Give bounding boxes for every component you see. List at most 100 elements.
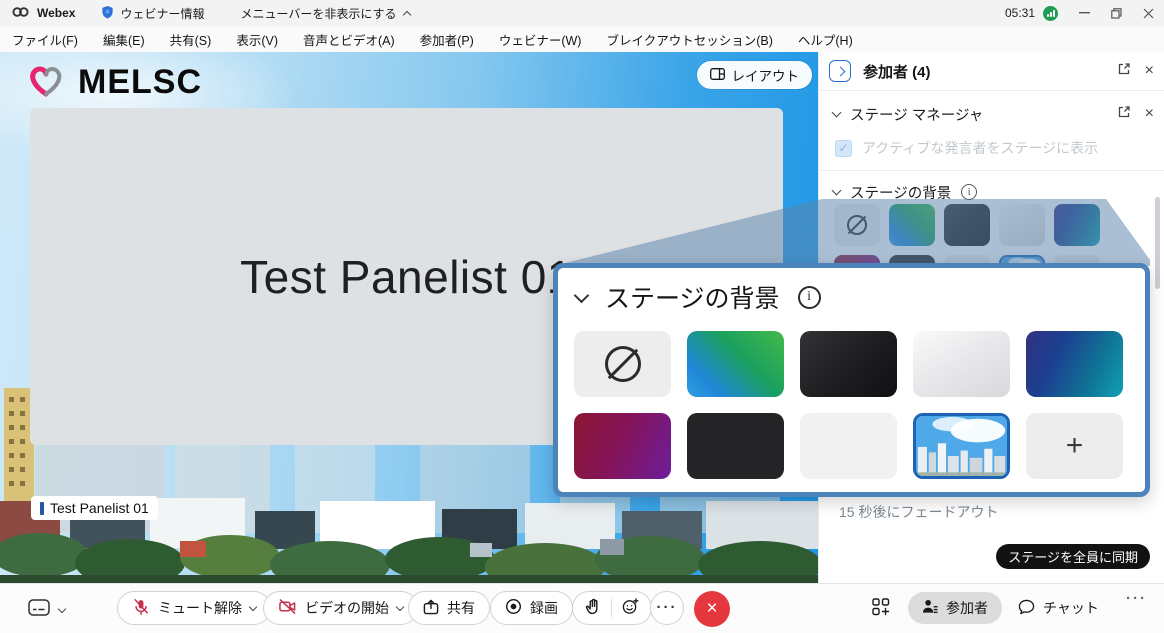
more-options-button[interactable]: ···	[650, 591, 684, 625]
webex-window: Webex ウェビナー情報 メニューバーを非表示にする 05:31	[0, 0, 1164, 633]
stage-background-header: ステージの背景	[850, 182, 951, 203]
collapse-panel-button[interactable]	[829, 60, 851, 82]
chevron-up-icon	[402, 10, 410, 18]
panel-scrollbar[interactable]	[1155, 197, 1160, 289]
sync-stage-button[interactable]: ステージを全員に同期	[996, 544, 1150, 569]
panelist-name-badge: Test Panelist 01	[31, 496, 158, 520]
swatch-silver-wave[interactable]	[913, 331, 1010, 397]
swatch-navy-teal-gradient[interactable]	[1054, 204, 1100, 246]
chevron-down-icon[interactable]	[832, 186, 842, 196]
hide-menubar-button[interactable]: メニューバーを非表示にする	[240, 5, 409, 22]
session-time: 05:31	[1005, 6, 1035, 20]
swatch-charcoal-solid[interactable]	[687, 413, 784, 479]
webex-logo-icon	[12, 5, 29, 22]
captions-icon	[28, 599, 50, 621]
swatch-green-blue-gradient[interactable]	[889, 204, 935, 246]
start-video-button[interactable]: ビデオの開始	[263, 591, 418, 625]
menu-item[interactable]: 編集(E)	[103, 30, 145, 49]
share-button[interactable]: 共有	[408, 591, 490, 625]
webinar-info-button[interactable]: ウェビナー情報	[101, 5, 204, 22]
swatch-city-skyline-photo[interactable]	[913, 413, 1010, 479]
chevron-down-icon	[58, 604, 66, 612]
swatch-crimson-purple-gradient[interactable]	[574, 413, 671, 479]
chevron-down-icon	[249, 602, 257, 610]
hide-menubar-label: メニューバーを非表示にする	[240, 5, 396, 22]
reactions-button[interactable]	[572, 591, 652, 625]
close-stage-manager-icon[interactable]: ×	[1145, 105, 1154, 123]
leave-meeting-button[interactable]: ×	[694, 591, 730, 627]
panelist-name-label: Test Panelist 01	[50, 500, 149, 516]
swatch-no-background[interactable]	[574, 331, 671, 397]
no-background-icon	[847, 215, 867, 235]
chevron-down-icon[interactable]	[574, 288, 590, 304]
raise-hand-icon	[585, 598, 601, 618]
popout-stage-manager-icon[interactable]	[1117, 105, 1131, 123]
record-button[interactable]: 録画	[490, 591, 573, 625]
menu-item[interactable]: 音声とビデオ(A)	[303, 30, 395, 49]
close-icon: ×	[706, 598, 717, 620]
menu-item[interactable]: 参加者(P)	[420, 30, 474, 49]
start-video-label: ビデオの開始	[305, 598, 389, 618]
unmute-label: ミュート解除	[158, 598, 242, 618]
stage-background-section: ステージの背景 i	[833, 180, 1154, 204]
mic-muted-icon	[132, 598, 150, 619]
close-panel-icon[interactable]: ×	[1145, 62, 1154, 80]
app-name: Webex	[37, 6, 75, 20]
swatch-green-blue-gradient[interactable]	[687, 331, 784, 397]
restore-button[interactable]	[1100, 0, 1132, 26]
swatch-silver-wave[interactable]	[999, 204, 1045, 246]
brand-text: MELSC	[78, 63, 202, 102]
active-speaker-label: アクティブな発言者をステージに表示	[862, 138, 1098, 158]
participants-toolbar-button[interactable]: 参加者	[908, 592, 1002, 624]
menu-item[interactable]: ヘルプ(H)	[798, 30, 853, 49]
chevron-down-icon	[396, 602, 404, 610]
stage-manager-section: ステージ マネージャ ×	[833, 102, 1154, 126]
menu-item[interactable]: 共有(S)	[170, 30, 212, 49]
control-toolbar: ミュート解除 ビデオの開始 共有 録画	[0, 583, 1164, 633]
stage-background-zoom-popup: ステージの背景 i +	[553, 263, 1150, 497]
divider	[611, 599, 612, 617]
webinar-info-label: ウェビナー情報	[120, 5, 204, 22]
audio-indicator-bar	[40, 502, 44, 515]
swatch-navy-teal-gradient[interactable]	[1026, 331, 1123, 397]
layout-button[interactable]: レイアウト	[697, 61, 813, 89]
captions-button[interactable]	[28, 599, 65, 621]
plus-icon: +	[1066, 431, 1084, 461]
no-background-icon	[605, 346, 641, 382]
swatch-dark-wave[interactable]	[944, 204, 990, 246]
info-icon[interactable]: i	[961, 184, 977, 200]
emoji-reaction-icon	[622, 598, 639, 618]
info-icon[interactable]: i	[798, 286, 821, 309]
connection-quality-icon[interactable]	[1043, 6, 1058, 21]
chevron-down-icon[interactable]	[832, 108, 842, 118]
titlebar: Webex ウェビナー情報 メニューバーを非表示にする 05:31	[0, 0, 1164, 26]
fade-note: 15 秒後にフェードアウト	[839, 502, 998, 522]
menu-item[interactable]: 表示(V)	[236, 30, 278, 49]
chat-button-label: チャット	[1043, 598, 1099, 618]
shield-icon	[101, 5, 114, 22]
swatch-light-gray-solid[interactable]	[800, 413, 897, 479]
swatch-add-custom-background[interactable]: +	[1026, 413, 1123, 479]
menu-item[interactable]: ウェビナー(W)	[499, 30, 582, 49]
stage-manager-header: ステージ マネージャ	[850, 104, 983, 125]
active-speaker-checkbox[interactable]: ✓	[835, 140, 852, 157]
menu-item[interactable]: ブレイクアウトセッション(B)	[606, 30, 772, 49]
popup-title: ステージの背景	[605, 279, 780, 315]
unmute-button[interactable]: ミュート解除	[117, 591, 271, 625]
panelist-content-title: Test Panelist 01	[240, 250, 573, 304]
camera-off-icon	[278, 598, 297, 618]
popup-swatch-grid: +	[574, 331, 1129, 479]
chat-toolbar-button[interactable]: チャット	[1008, 592, 1109, 624]
participants-icon	[922, 599, 938, 617]
swatch-dark-wave[interactable]	[800, 331, 897, 397]
swatch-no-background[interactable]	[834, 204, 880, 246]
menu-item[interactable]: ファイル(F)	[12, 30, 78, 49]
minimize-button[interactable]	[1068, 0, 1100, 26]
close-window-button[interactable]	[1132, 0, 1164, 26]
brand-logo: MELSC	[24, 60, 202, 105]
layout-button-label: レイアウト	[732, 65, 800, 85]
apps-button[interactable]	[872, 598, 891, 622]
record-icon	[505, 598, 522, 618]
participants-button-label: 参加者	[946, 598, 988, 618]
popout-panel-icon[interactable]	[1117, 62, 1131, 81]
